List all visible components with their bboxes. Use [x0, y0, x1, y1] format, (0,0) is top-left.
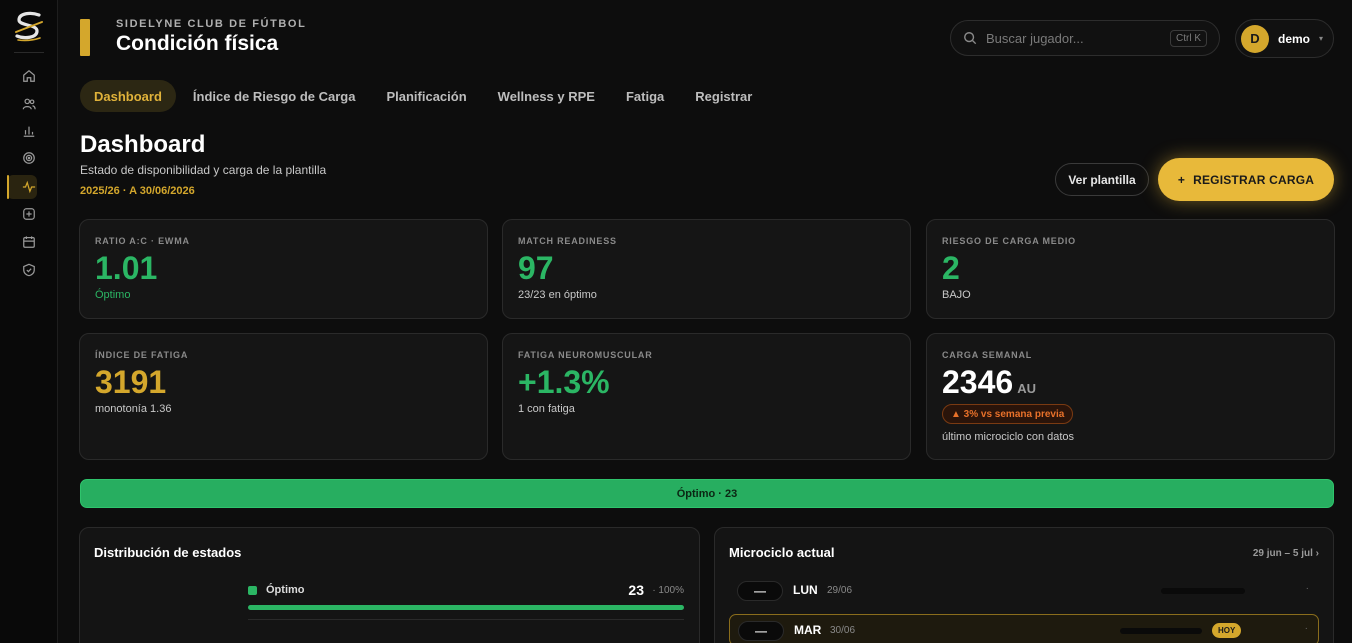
- today-badge: HOY: [1212, 623, 1242, 638]
- user-menu[interactable]: D demo ▾: [1235, 19, 1334, 58]
- day-more: ·: [1304, 623, 1308, 634]
- day-row-lun[interactable]: — LUN 29/06 ·: [729, 575, 1319, 607]
- page-subtitle: Estado de disponibilidad y carga de la p…: [80, 163, 327, 177]
- kpi-value: 3191: [95, 364, 167, 400]
- kpi-note: BAJO: [942, 289, 971, 301]
- kpi-card-risk[interactable]: RIESGO DE CARGA MEDIO 2 BAJO: [926, 219, 1335, 319]
- kpi-value: 2346: [942, 364, 1014, 400]
- calendar-icon[interactable]: [19, 232, 39, 252]
- target-icon[interactable]: [19, 148, 39, 168]
- sidebar: [0, 0, 58, 643]
- club-logo[interactable]: [12, 10, 46, 44]
- plus-square-icon[interactable]: [19, 204, 39, 224]
- day-row-mar[interactable]: — MAR 30/06 HOY ·: [729, 614, 1319, 643]
- club-name: SIDELYNE CLUB DE FÚTBOL: [116, 18, 307, 30]
- users-icon[interactable]: [19, 94, 39, 114]
- panel-title: Distribución de estados: [94, 545, 242, 560]
- kpi-note: último microciclo con datos: [942, 431, 1075, 443]
- search-shortcut: Ctrl K: [1170, 29, 1207, 47]
- home-icon[interactable]: [19, 66, 39, 86]
- tab-dashboard[interactable]: Dashboard: [80, 80, 176, 112]
- kpi-label: ÍNDICE DE FATIGA: [95, 350, 189, 360]
- kpi-value: 2: [942, 250, 960, 286]
- status-summary-bar[interactable]: Óptimo · 23: [80, 479, 1334, 508]
- tab-riesgo-carga[interactable]: Índice de Riesgo de Carga: [179, 80, 370, 112]
- title-accent-bar: [80, 19, 90, 56]
- day-load-track: [1161, 588, 1245, 594]
- shield-icon[interactable]: [19, 260, 39, 280]
- user-name: demo: [1278, 31, 1311, 46]
- distribution-panel: Distribución de estados Óptimo 23 · 100%: [79, 527, 700, 643]
- section-title: Condición física: [116, 32, 279, 55]
- bar-chart-icon[interactable]: [19, 121, 39, 141]
- kpi-label: MATCH READINESS: [518, 236, 617, 246]
- chevron-down-icon: ▾: [1319, 34, 1324, 43]
- day-name: MAR: [794, 623, 822, 637]
- view-roster-button[interactable]: Ver plantilla: [1055, 163, 1149, 196]
- status-count: 23: [628, 582, 644, 598]
- register-load-button[interactable]: + REGISTRAR CARGA: [1158, 158, 1334, 201]
- sidebar-divider: [14, 52, 44, 53]
- kpi-card-weekly-load[interactable]: CARGA SEMANAL 2346 AU ▲ 3% vs semana prev…: [926, 333, 1335, 460]
- kpi-value-wrap: 2346 AU: [942, 364, 1036, 401]
- panel-title: Microciclo actual: [729, 545, 835, 560]
- season-label: 2025/26 · A 30/06/2026: [80, 185, 195, 197]
- avatar: D: [1241, 24, 1269, 53]
- kpi-label: FATIGA NEUROMUSCULAR: [518, 350, 653, 360]
- register-load-label: REGISTRAR CARGA: [1193, 172, 1315, 187]
- day-load-track: [1120, 628, 1202, 634]
- row-divider: [248, 619, 684, 620]
- kpi-card-ratio[interactable]: RATIO A:C · EWMA 1.01 Óptimo: [79, 219, 488, 319]
- search-box[interactable]: Ctrl K: [950, 20, 1220, 56]
- kpi-note: Óptimo: [95, 289, 131, 301]
- tab-fatiga[interactable]: Fatiga: [612, 80, 678, 112]
- kpi-value: 97: [518, 250, 554, 286]
- day-more: ·: [1305, 583, 1309, 594]
- day-session-pill: —: [737, 581, 783, 601]
- kpi-note: 23/23 en óptimo: [518, 289, 597, 301]
- search-input[interactable]: [986, 30, 1170, 46]
- page-title: Dashboard: [80, 131, 206, 158]
- kpi-label: RIESGO DE CARGA MEDIO: [942, 236, 1076, 246]
- date-range-link[interactable]: 29 jun – 5 jul ›: [1253, 548, 1319, 559]
- kpi-value: +1.3%: [518, 364, 610, 400]
- day-date: 30/06: [830, 625, 856, 636]
- plus-icon: +: [1177, 172, 1186, 187]
- kpi-note: 1 con fatiga: [518, 403, 575, 415]
- kpi-label: CARGA SEMANAL: [942, 350, 1033, 360]
- day-name: LUN: [793, 583, 818, 597]
- tab-registrar[interactable]: Registrar: [681, 80, 766, 112]
- kpi-value: 1.01: [95, 250, 158, 286]
- kpi-label: RATIO A:C · EWMA: [95, 236, 190, 246]
- kpi-note: monotonía 1.36: [95, 403, 172, 415]
- nav-active-indicator: [7, 175, 9, 199]
- tab-wellness-rpe[interactable]: Wellness y RPE: [484, 80, 609, 112]
- tab-bar: Dashboard Índice de Riesgo de Carga Plan…: [80, 80, 769, 112]
- kpi-card-readiness[interactable]: MATCH READINESS 97 23/23 en óptimo: [502, 219, 911, 319]
- search-icon: [964, 32, 977, 45]
- kpi-card-fatigue-index[interactable]: ÍNDICE DE FATIGA 3191 monotonía 1.36: [79, 333, 488, 460]
- status-progress-bar: [248, 605, 684, 610]
- tab-planificacion[interactable]: Planificación: [372, 80, 480, 112]
- kpi-card-neuromuscular[interactable]: FATIGA NEUROMUSCULAR +1.3% 1 con fatiga: [502, 333, 911, 460]
- status-label: Óptimo: [266, 584, 305, 596]
- status-percent: · 100%: [652, 585, 684, 596]
- status-dot: [248, 586, 257, 595]
- microcycle-panel: Microciclo actual 29 jun – 5 jul › — LUN…: [714, 527, 1334, 643]
- day-session-pill: —: [738, 621, 784, 641]
- day-date: 29/06: [827, 585, 853, 596]
- trend-badge: ▲ 3% vs semana previa: [942, 404, 1074, 424]
- activity-icon[interactable]: [19, 177, 39, 197]
- kpi-unit: AU: [1017, 381, 1036, 396]
